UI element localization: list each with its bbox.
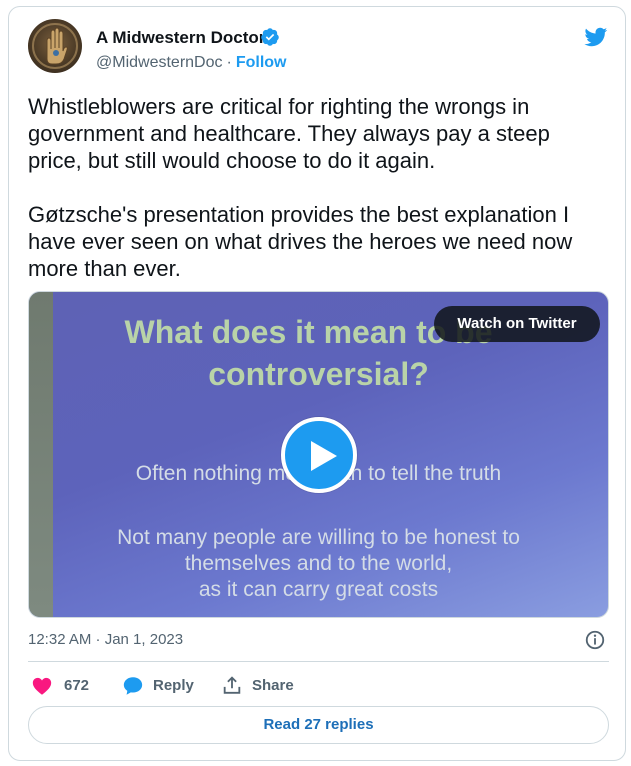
watch-on-twitter-button[interactable]: Watch on Twitter	[434, 306, 600, 342]
verified-badge-icon	[261, 28, 279, 46]
author-handle[interactable]: @MidwesternDoc	[96, 54, 223, 71]
read-replies-button[interactable]: Read 27 replies	[28, 706, 609, 744]
avatar-hand-icon	[32, 23, 78, 69]
play-icon	[311, 441, 337, 471]
avatar[interactable]	[28, 19, 82, 73]
slide-text-line: as it can carry great costs	[198, 578, 439, 601]
slide-text-line: Not many people are willing to be honest…	[117, 526, 520, 549]
share-label: Share	[252, 677, 294, 694]
tweet-timestamp[interactable]: 12:32 AM · Jan 1, 2023	[28, 631, 183, 648]
like-count: 672	[64, 677, 90, 694]
follow-button[interactable]: Follow	[236, 54, 287, 71]
heart-icon	[32, 677, 52, 695]
divider	[28, 661, 609, 662]
reply-label: Reply	[153, 677, 194, 694]
video-player[interactable]: What does it mean to be controversial? O…	[28, 291, 609, 618]
twitter-bird-icon[interactable]	[582, 25, 609, 49]
tweet-paragraph: Whistleblowers are critical for righting…	[28, 94, 550, 173]
tweet-paragraph: Gøtzsche's presentation provides the bes…	[28, 202, 573, 281]
speech-bubble-icon	[123, 677, 143, 695]
slide-text-line: themselves and to the world,	[184, 552, 453, 575]
author-name[interactable]: A Midwestern Doctor	[96, 28, 265, 48]
separator-dot: ·	[226, 54, 232, 71]
slide-title-line2: controversial?	[208, 356, 429, 392]
tweet-card: A Midwestern Doctor @MidwesternDoc · Follo…	[8, 6, 626, 761]
share-upload-icon	[223, 676, 241, 694]
tweet-text: Whistleblowers are critical for righting…	[28, 93, 608, 309]
handle-row: @MidwesternDoc · Follow	[96, 54, 286, 72]
play-button[interactable]	[281, 417, 357, 493]
info-icon[interactable]	[584, 629, 606, 651]
